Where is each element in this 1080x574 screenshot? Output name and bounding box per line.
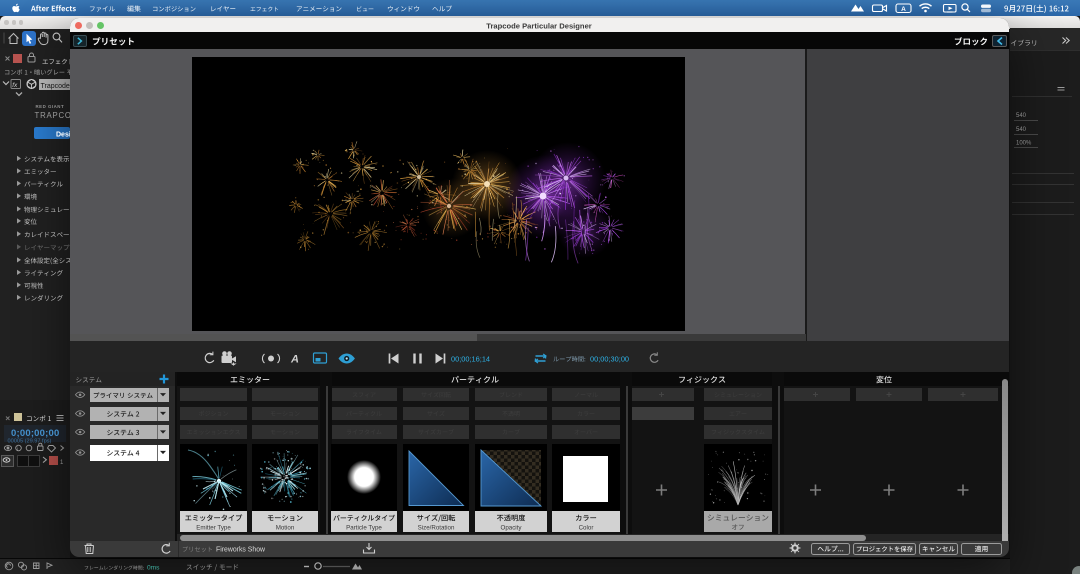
svg-text:Trapcode Par: Trapcode Par <box>41 83 84 90</box>
svg-text:0ms: 0ms <box>147 565 160 572</box>
svg-text:Motion: Motion <box>276 525 295 532</box>
svg-text:A: A <box>901 6 906 13</box>
svg-text:0;00;00;00: 0;00;00;00 <box>11 428 59 439</box>
svg-text:Opacity: Opacity <box>501 525 523 532</box>
svg-text:Particle Type: Particle Type <box>346 525 382 532</box>
svg-text:00005 (29.97 fps): 00005 (29.97 fps) <box>8 439 52 445</box>
svg-text:fx: fx <box>12 82 18 89</box>
svg-text:i: i <box>17 446 18 452</box>
svg-text:Size/Rotation: Size/Rotation <box>418 525 455 532</box>
svg-text:1: 1 <box>60 460 64 466</box>
svg-text:100%: 100% <box>1016 141 1032 147</box>
svg-text:TRAPCODE P: TRAPCODE P <box>35 111 94 120</box>
svg-text:Desi: Desi <box>56 131 71 138</box>
svg-text:540: 540 <box>1016 113 1027 119</box>
svg-text:RED GIANT: RED GIANT <box>36 104 65 109</box>
svg-text:Trapcode Particular Designer: Trapcode Particular Designer <box>486 21 592 30</box>
svg-text:Emitter Type: Emitter Type <box>196 525 231 532</box>
svg-text:00;00;30;00: 00;00;30;00 <box>590 354 629 363</box>
svg-text:A: A <box>290 354 299 366</box>
svg-text:540: 540 <box>1016 127 1027 133</box>
svg-text:Fireworks Show: Fireworks Show <box>216 547 265 554</box>
svg-text:00;00;16;14: 00;00;16;14 <box>451 354 490 363</box>
svg-text:Color: Color <box>579 525 594 532</box>
